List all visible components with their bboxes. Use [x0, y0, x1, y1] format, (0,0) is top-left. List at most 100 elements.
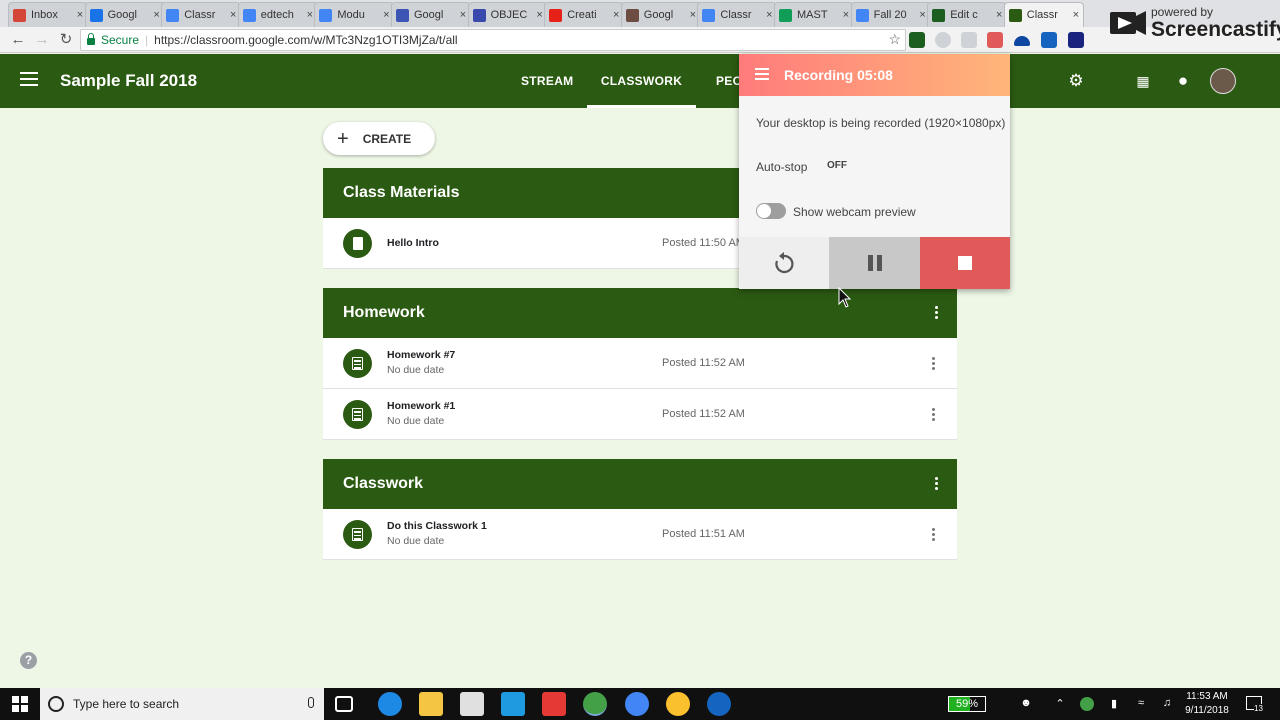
browser-tab[interactable]: MAST ×: [774, 2, 854, 27]
reload-icon[interactable]: ↻: [56, 30, 76, 50]
class-title[interactable]: Sample Fall 2018: [60, 71, 197, 91]
create-button[interactable]: + CREATE: [323, 122, 435, 155]
edge-browser-icon[interactable]: [378, 692, 402, 716]
windows-start-icon[interactable]: [12, 696, 28, 712]
browser-tab[interactable]: Googl ×: [620, 2, 701, 27]
stop-icon: [958, 256, 972, 270]
browser-tab[interactable]: Creati ×: [544, 2, 625, 27]
autostop-value[interactable]: OFF: [827, 160, 847, 171]
tab-classwork[interactable]: CLASSWORK: [587, 74, 696, 108]
list-item[interactable]: Homework #1 No due date Posted 11:52 AM: [323, 389, 957, 440]
browser-tab[interactable]: Edit c ×: [927, 2, 1008, 27]
forward-icon[interactable]: →: [32, 30, 52, 50]
help-icon[interactable]: ?: [20, 652, 37, 669]
more-vert-icon[interactable]: [932, 528, 936, 543]
webcam-preview-toggle[interactable]: [756, 203, 786, 219]
lock-icon: [87, 32, 95, 45]
store-icon[interactable]: [460, 692, 484, 716]
list-item[interactable]: Do this Classwork 1 No due date Posted 1…: [323, 509, 957, 560]
tab-favicon-icon: [1008, 8, 1022, 22]
menu-icon[interactable]: [755, 67, 769, 83]
chrome-icon[interactable]: [583, 692, 607, 716]
extension-circle-icon[interactable]: [935, 32, 951, 48]
watermark-powered-by: powered by: [1151, 5, 1214, 19]
battery-indicator[interactable]: 59%: [948, 696, 986, 712]
extension-n-icon[interactable]: [1068, 32, 1084, 48]
avatar[interactable]: [1210, 68, 1236, 94]
app-red-icon[interactable]: [542, 692, 566, 716]
microphone-icon[interactable]: [308, 697, 314, 708]
stop-recording-button[interactable]: [920, 237, 1010, 289]
tab-label: Classr: [184, 9, 216, 21]
browser-tab[interactable]: Inbox ×: [8, 2, 88, 27]
browser-tab[interactable]: edtech ×: [237, 2, 318, 27]
chrome-tray-icon[interactable]: [1080, 697, 1094, 711]
google-drive-backup-icon[interactable]: [625, 692, 649, 716]
list-item[interactable]: Homework #7 No due date Posted 11:52 AM: [323, 338, 957, 389]
tab-label: Classr: [720, 9, 752, 21]
autostop-label: Auto-stop: [756, 160, 808, 174]
topic-header-homework: Homework: [323, 288, 957, 338]
item-posted-time: Posted 11:52 AM: [662, 357, 745, 369]
settings-gear-icon[interactable]: ⚙: [1065, 70, 1087, 92]
screencastify-extension-icon[interactable]: [987, 32, 1003, 48]
browser-tab[interactable]: Fall 20 ×: [850, 2, 931, 27]
people-icon[interactable]: ☻: [1019, 697, 1033, 711]
windows-taskbar: Type here to search 59% ☻ ⌃ ▮ ≈ ♫ 11:53 …: [0, 688, 1280, 720]
recording-header: Recording 05:08: [739, 54, 1010, 96]
battery-tray-icon[interactable]: ▮: [1107, 697, 1121, 711]
extension-cloud-icon[interactable]: [1014, 36, 1030, 46]
tab-favicon-icon: [932, 8, 946, 22]
taskbar-search-input[interactable]: Type here to search: [40, 688, 324, 720]
volume-icon[interactable]: ♫: [1160, 697, 1174, 711]
topic-title: Classwork: [343, 475, 424, 492]
browser-tab[interactable]: Googl ×: [84, 2, 165, 27]
more-vert-icon[interactable]: [935, 477, 939, 492]
browser-tab[interactable]: Googl ×: [391, 2, 471, 27]
tab-close-icon[interactable]: ×: [1069, 9, 1083, 21]
main-menu-icon[interactable]: [20, 72, 38, 86]
extension-check-icon[interactable]: [909, 32, 925, 48]
tab-favicon-icon: [855, 8, 869, 22]
notifications-icon[interactable]: ●: [1172, 70, 1194, 92]
wifi-icon[interactable]: ≈: [1134, 697, 1148, 711]
restart-recording-button[interactable]: [739, 237, 829, 289]
more-vert-icon[interactable]: [932, 408, 936, 423]
more-vert-icon[interactable]: [932, 357, 936, 372]
browser-tab[interactable]: OBJEC ×: [467, 2, 548, 27]
tab-favicon-icon: [779, 8, 792, 22]
assignment-icon: [343, 520, 372, 549]
task-view-icon[interactable]: [335, 696, 353, 712]
file-explorer-icon[interactable]: [419, 692, 443, 716]
back-icon[interactable]: ←: [8, 30, 28, 50]
tab-favicon-icon: [166, 8, 180, 22]
address-bar[interactable]: Secure | https://classroom.google.com/w/…: [80, 29, 906, 51]
app-ring-icon[interactable]: [707, 692, 731, 716]
more-vert-icon[interactable]: [935, 306, 939, 321]
bookmark-star-icon[interactable]: ☆: [888, 31, 901, 48]
browser-tab[interactable]: Modu ×: [314, 2, 395, 27]
tab-label: OBJEC: [490, 9, 528, 21]
browser-tab-strip: Inbox × Googl × Classr × edtech × Modu × Googl × OBJ…: [0, 0, 1280, 27]
app-l-icon[interactable]: [501, 692, 525, 716]
tab-favicon-icon: [396, 8, 409, 22]
tab-label: Inbox: [31, 9, 58, 21]
browser-tab[interactable]: Classr ×: [1003, 2, 1084, 27]
classroom-header: Sample Fall 2018 STREAM CLASSWORK PEO ⚙ …: [0, 54, 1280, 108]
extension-d-icon[interactable]: [961, 32, 977, 48]
system-clock[interactable]: 11:53 AM 9/11/2018: [1182, 690, 1232, 718]
browser-tab[interactable]: Classr ×: [161, 2, 242, 27]
check-app-icon[interactable]: [666, 692, 690, 716]
tab-favicon-icon: [625, 8, 639, 22]
tab-label: Edit c: [950, 9, 978, 21]
apps-grid-icon[interactable]: ▦: [1132, 70, 1154, 92]
battery-percent: 59%: [955, 698, 979, 710]
tab-stream[interactable]: STREAM: [521, 74, 573, 88]
item-due-date: No due date: [387, 415, 445, 427]
chevron-up-icon[interactable]: ⌃: [1053, 697, 1067, 711]
restart-icon: [775, 252, 794, 274]
tab-favicon-icon: [242, 8, 256, 22]
extension-box-icon[interactable]: [1041, 32, 1057, 48]
pause-recording-button[interactable]: [829, 237, 920, 289]
browser-tab[interactable]: Classr ×: [697, 2, 778, 27]
